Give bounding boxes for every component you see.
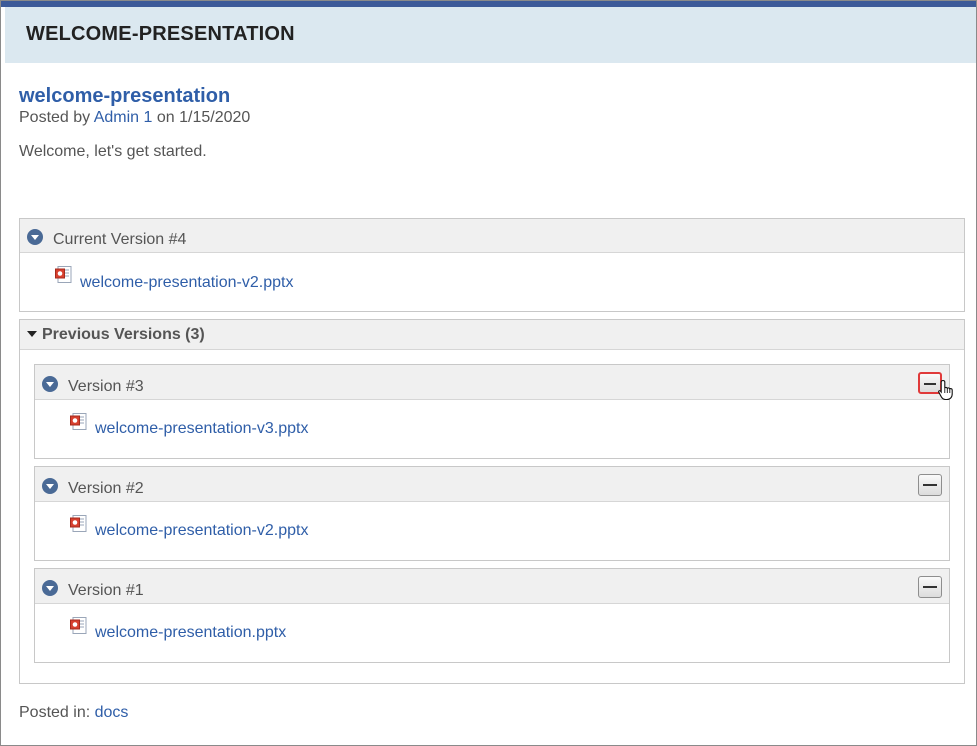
version-panel-2: Version #2 welcome-presentation-v2.pptx [34, 466, 950, 561]
pptx-file-icon [70, 515, 87, 532]
pptx-file-icon [70, 617, 87, 634]
chevron-down-circle-icon[interactable] [42, 376, 58, 392]
post-body: Welcome, let's get started. [19, 143, 207, 160]
version-file-link[interactable]: welcome-presentation-v2.pptx [95, 522, 308, 540]
version-panel-3: Version #3 welcome-presentation-v3.pptx [34, 364, 953, 459]
pptx-file-icon [70, 413, 87, 430]
previous-versions-label: Previous Versions (3) [42, 326, 205, 343]
version-header[interactable]: Version #3 [35, 365, 953, 401]
chevron-down-circle-icon[interactable] [42, 580, 58, 596]
previous-versions-panel: Previous Versions (3) Version #3 welcome… [19, 319, 965, 684]
posted-by-label: Posted by [19, 109, 91, 126]
post-date: on 1/15/2020 [156, 109, 251, 126]
post-meta: Posted by Admin 1 on 1/15/2020 [19, 109, 250, 127]
current-version-file-link[interactable]: welcome-presentation-v2.pptx [80, 274, 293, 292]
version-file-link[interactable]: welcome-presentation.pptx [95, 624, 286, 642]
page-frame: WELCOME-PRESENTATION welcome-presentatio… [0, 0, 977, 746]
chevron-down-circle-icon[interactable] [27, 229, 43, 245]
version-panel-1: Version #1 welcome-presentation.pptx [34, 568, 950, 663]
current-version-label: Current Version #4 [53, 231, 187, 248]
current-version-header[interactable]: Current Version #4 [20, 219, 964, 253]
page-title: WELCOME-PRESENTATION [26, 23, 295, 45]
collapse-triangle-icon[interactable] [27, 331, 37, 337]
category-link[interactable]: docs [95, 704, 129, 721]
hand-pointer-icon [938, 379, 953, 401]
version-header[interactable]: Version #1 [35, 569, 949, 604]
version-label: Version #2 [68, 480, 144, 497]
remove-version-button[interactable] [918, 474, 942, 496]
previous-versions-header[interactable]: Previous Versions (3) [20, 320, 964, 350]
post-title-link[interactable]: welcome-presentation [19, 85, 230, 108]
chevron-down-circle-icon[interactable] [42, 478, 58, 494]
remove-version-button[interactable] [918, 576, 942, 598]
page-header: WELCOME-PRESENTATION [5, 7, 976, 63]
version-label: Version #1 [68, 582, 144, 599]
posted-in-label: Posted in: [19, 704, 91, 721]
posted-in: Posted in: docs [19, 704, 128, 722]
version-label: Version #3 [68, 378, 144, 395]
version-header[interactable]: Version #2 [35, 467, 949, 502]
current-version-panel: Current Version #4 welcome-presentation-… [19, 218, 965, 312]
author-link[interactable]: Admin 1 [94, 109, 153, 126]
pptx-file-icon [55, 266, 72, 283]
version-file-link[interactable]: welcome-presentation-v3.pptx [95, 420, 308, 438]
